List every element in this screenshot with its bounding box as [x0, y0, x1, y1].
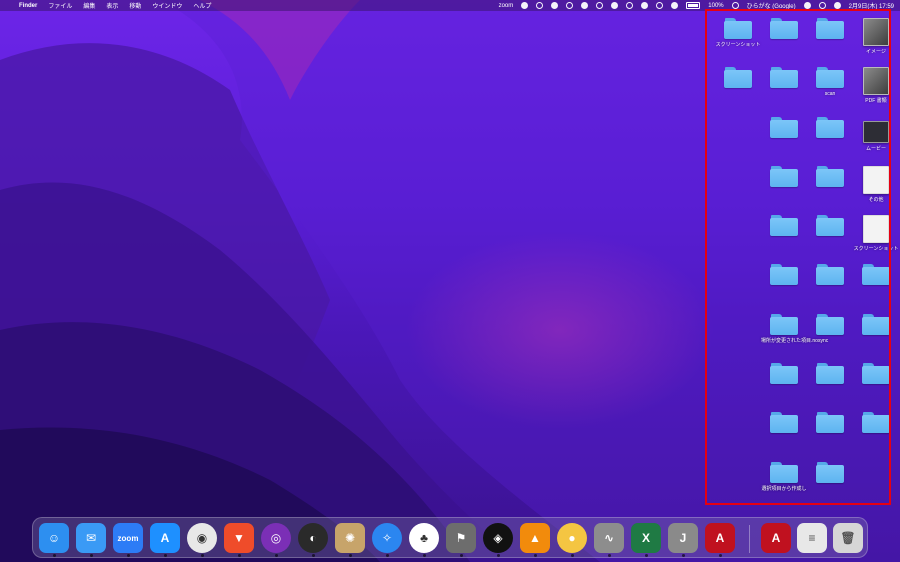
dock-glyph: ◈	[493, 531, 503, 545]
time-machine-icon[interactable]	[596, 2, 604, 9]
bluetooth-icon[interactable]	[611, 2, 619, 9]
dock-glyph: ⚑	[455, 531, 467, 545]
input-source-icon[interactable]	[731, 2, 739, 9]
dock-glyph: 🗑	[840, 531, 856, 545]
dock-glyph: ♣	[420, 531, 428, 545]
running-indicator	[164, 554, 167, 557]
dock-glyph: A	[771, 531, 781, 545]
battery-icon[interactable]	[686, 2, 701, 9]
running-indicator	[238, 554, 241, 557]
dock-glyph: ●	[568, 531, 576, 545]
dock-davinci-icon[interactable]: ◈	[483, 523, 513, 557]
volume-icon[interactable]	[641, 2, 649, 9]
running-indicator	[497, 554, 500, 557]
dock-glyph: ☺	[47, 531, 61, 545]
menu-file[interactable]: ファイル	[48, 1, 72, 10]
running-indicator	[127, 554, 130, 557]
headphones-icon[interactable]	[656, 2, 664, 9]
running-indicator	[608, 554, 611, 557]
running-indicator	[645, 554, 648, 557]
running-indicator	[682, 554, 685, 557]
dock-glyph: zoom	[117, 533, 139, 543]
dock-acrobat-icon[interactable]: A	[705, 523, 735, 557]
dock-obs-icon[interactable]: ◐	[298, 523, 328, 557]
dock-text-document-icon[interactable]: ≡	[797, 523, 827, 553]
dock-chrome-icon[interactable]: ◉	[187, 523, 217, 557]
help-icon[interactable]	[671, 2, 679, 9]
dock-safari-icon[interactable]: ✧	[372, 523, 402, 557]
dock-mail-icon[interactable]: ✉	[76, 523, 106, 557]
status-icon[interactable]	[521, 2, 529, 9]
dock-glyph: ≡	[808, 531, 816, 545]
dock-glyph: ✧	[381, 531, 393, 545]
control-center-icon[interactable]	[833, 2, 841, 9]
dock-glyph: J	[679, 531, 687, 545]
dock-vlc-icon[interactable]: ▲	[520, 523, 550, 557]
dock-glyph: ◎	[270, 531, 282, 545]
dock: ☺ ✉ zoom A ◉ ▼ ◎ ◐ ✺ ✧ ♣ ⚑ ◈ ▲ ● ∿ X J A A ≡ 🗑	[32, 517, 868, 558]
dock-pdf-document-icon[interactable]: A	[761, 523, 791, 553]
running-indicator	[90, 554, 93, 557]
running-indicator	[53, 554, 56, 557]
dock-zoom-icon[interactable]: zoom	[113, 523, 143, 557]
record-icon[interactable]	[566, 2, 574, 9]
keyboard-icon[interactable]	[626, 2, 634, 9]
dock-tor-browser-icon[interactable]: ◎	[261, 523, 291, 557]
menu-window[interactable]: ウインドウ	[152, 1, 182, 10]
dock-activity-monitor-icon[interactable]: ∿	[594, 523, 624, 557]
dock-glyph: A	[160, 531, 170, 545]
dock-messages-icon[interactable]: ●	[557, 523, 587, 557]
running-indicator	[312, 554, 315, 557]
running-indicator	[460, 554, 463, 557]
running-indicator	[275, 554, 278, 557]
dock-excel-icon[interactable]: X	[631, 523, 661, 557]
menu-help[interactable]: ヘルプ	[193, 1, 211, 10]
running-indicator	[534, 554, 537, 557]
menu-app-name[interactable]: Finder	[19, 3, 37, 9]
menu-go[interactable]: 移動	[129, 1, 141, 10]
dock-transmit-icon[interactable]: ⚑	[446, 523, 476, 557]
running-indicator	[571, 554, 574, 557]
running-indicator	[349, 554, 352, 557]
dock-brave-icon[interactable]: ▼	[224, 523, 254, 557]
vpn-icon[interactable]	[536, 2, 544, 9]
dock-glyph: ◉	[196, 531, 208, 545]
running-indicator	[386, 554, 389, 557]
dock-jstream-icon[interactable]: J	[668, 523, 698, 557]
menu-view[interactable]: 表示	[106, 1, 118, 10]
dock-glyph: ✉	[85, 531, 97, 545]
screen-icon[interactable]	[581, 2, 589, 9]
search-icon[interactable]	[818, 2, 826, 9]
desktop[interactable]: Finder ファイル 編集 表示 移動 ウインドウ ヘルプ zoom 100%…	[0, 0, 900, 562]
dock-glyph: A	[715, 531, 725, 545]
running-indicator	[719, 554, 722, 557]
dock-glyph: ▲	[529, 531, 541, 545]
dock-glyph: ▼	[233, 531, 245, 545]
dock-app-store-icon[interactable]: A	[150, 523, 180, 557]
dock-trash-icon[interactable]: 🗑	[833, 523, 863, 553]
dock-cinematic-icon[interactable]: ✺	[335, 523, 365, 557]
battery-percent: 100%	[708, 2, 724, 9]
menu-edit[interactable]: 編集	[83, 1, 95, 10]
dock-evernote-icon[interactable]: ♣	[409, 523, 439, 557]
dock-finder-icon[interactable]: ☺	[39, 523, 69, 557]
dock-glyph: X	[641, 531, 650, 545]
dock-glyph: ◐	[309, 531, 317, 545]
dock-glyph: ✺	[344, 531, 356, 545]
selection-highlight	[705, 9, 891, 505]
zoom-status-item[interactable]: zoom	[499, 3, 514, 9]
dock-glyph: ∿	[603, 531, 615, 545]
running-indicator	[201, 554, 204, 557]
dropbox-icon[interactable]	[551, 2, 559, 9]
dock-divider	[749, 525, 750, 553]
wifi-icon[interactable]	[803, 2, 811, 9]
running-indicator	[423, 554, 426, 557]
